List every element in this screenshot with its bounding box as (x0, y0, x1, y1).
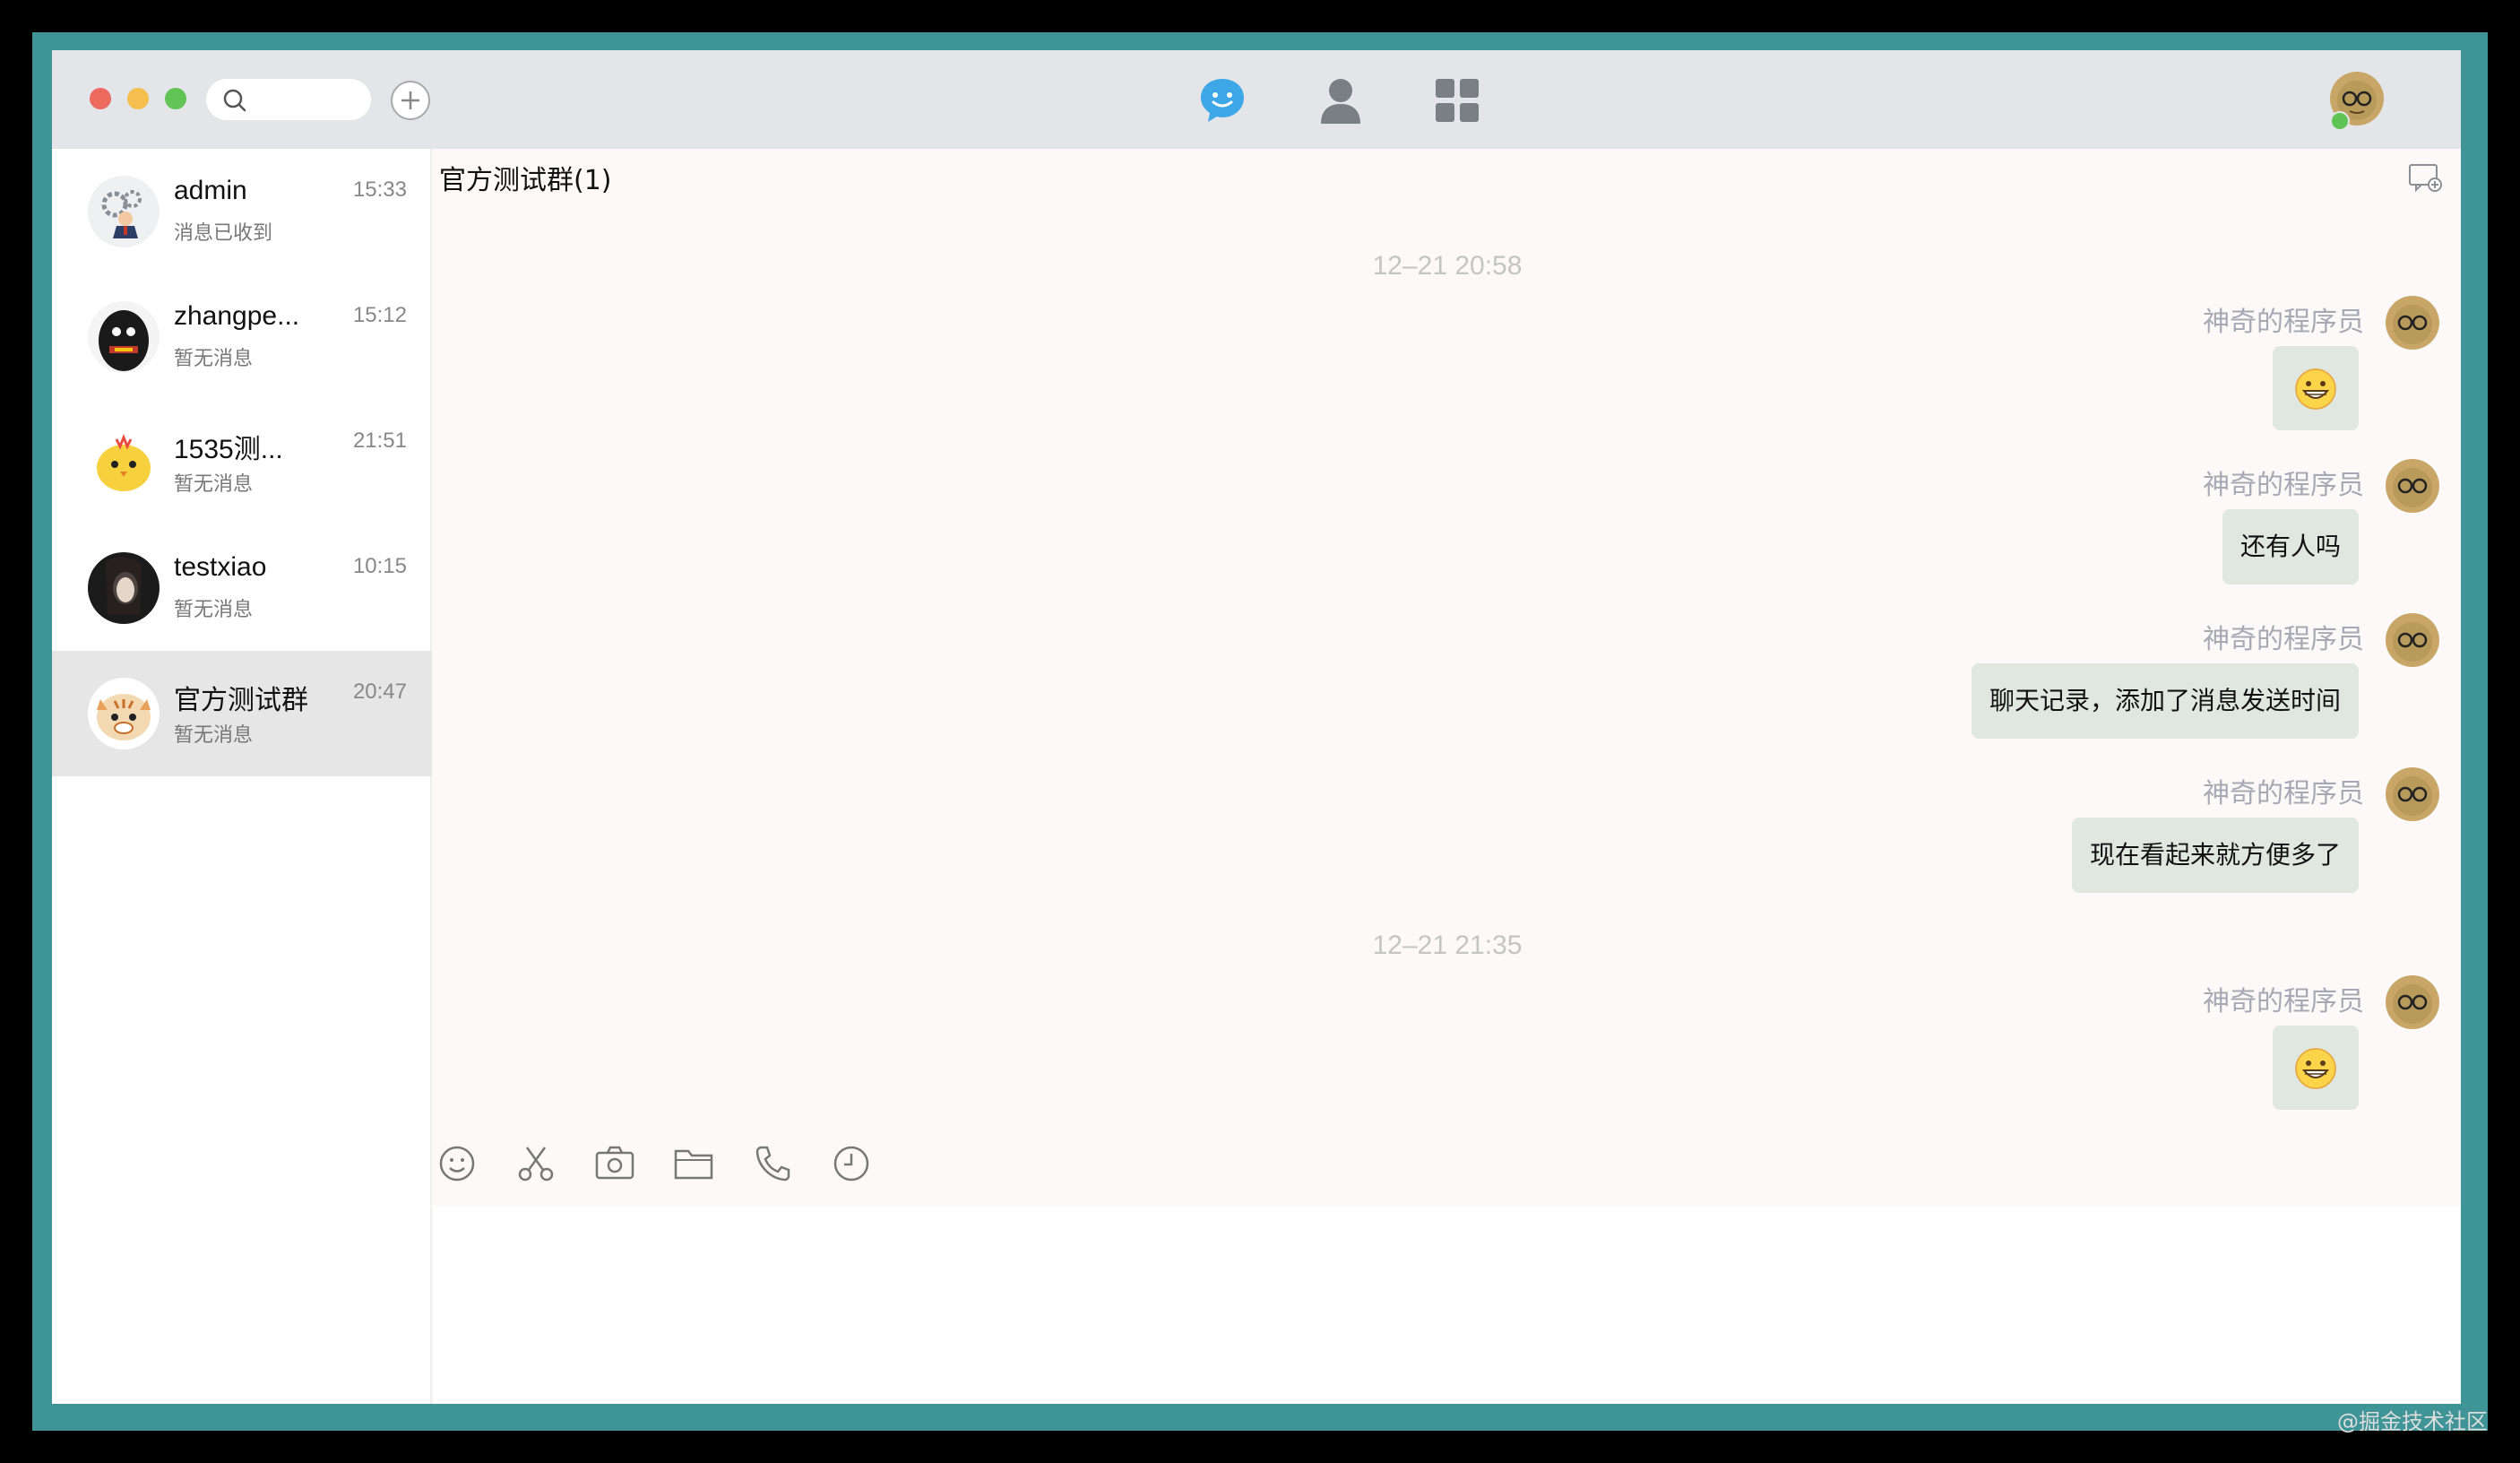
conversation-preview: 消息已收到 (174, 222, 273, 245)
conversation-preview: 暂无消息 (174, 599, 254, 621)
maximize-window-button[interactable] (165, 88, 186, 109)
text-message-bubble[interactable]: 还有人吗 (2222, 509, 2359, 584)
message-sender: 神奇的程序员 (2203, 986, 2364, 1017)
message-sender: 神奇的程序员 (2203, 307, 2364, 338)
avatar (88, 301, 160, 373)
message-sender: 神奇的程序员 (2203, 624, 2364, 655)
conversation-item-testxiao[interactable]: testxiao 10:15 暂无消息 (52, 525, 432, 651)
conversation-time: 21:51 (352, 429, 407, 453)
conversation-time: 15:12 (352, 303, 407, 327)
message-input-area[interactable] (434, 1207, 2461, 1404)
close-window-button[interactable] (90, 88, 111, 109)
conversation-name: testxiao (174, 552, 267, 582)
plus-icon (401, 91, 419, 109)
avatar (88, 176, 160, 247)
conversation-preview: 暂无消息 (174, 724, 254, 747)
phone-icon[interactable] (751, 1142, 794, 1185)
conversation-time: 20:47 (352, 680, 407, 704)
conversation-time: 15:33 (352, 177, 407, 202)
chat-panel: 官方测试群(1) 12–21 20:58 神奇的程序员 神奇的程序员 还有人吗 … (434, 149, 2461, 1404)
time-separator: 12–21 20:58 (1372, 251, 1523, 281)
time-separator: 12–21 21:35 (1372, 931, 1523, 960)
search-input[interactable] (255, 84, 362, 115)
conversation-list: admin 15:33 消息已收到 zhangpe... 15:12 暂无消息 (52, 149, 432, 1404)
message-sender: 神奇的程序员 (2203, 778, 2364, 809)
avatar (88, 427, 160, 498)
title-bar (52, 50, 2461, 149)
sender-avatar[interactable] (2386, 613, 2439, 667)
conversation-name: 1535测... (174, 435, 283, 464)
conversation-item-admin[interactable]: admin 15:33 消息已收到 (52, 149, 432, 274)
conversation-preview: 暂无消息 (174, 473, 254, 496)
conversation-name: admin (174, 176, 247, 205)
watermark: @掘金技术社区 (2337, 1409, 2488, 1434)
text-message-bubble[interactable]: 现在看起来就方便多了 (2071, 818, 2359, 893)
add-button[interactable] (391, 81, 430, 120)
group-settings-icon[interactable] (2407, 160, 2443, 195)
search-box[interactable] (206, 79, 371, 120)
conversation-time: 10:15 (352, 554, 407, 578)
sender-avatar[interactable] (2386, 296, 2439, 350)
text-message-bubble[interactable]: 聊天记录，添加了消息发送时间 (1971, 663, 2359, 739)
conversation-name: 官方测试群 (174, 686, 308, 715)
app-window: admin 15:33 消息已收到 zhangpe... 15:12 暂无消息 (52, 50, 2461, 1404)
emoji-message-bubble[interactable] (2273, 346, 2359, 430)
conversation-preview: 暂无消息 (174, 348, 254, 370)
conversation-item-official-test-group[interactable]: 官方测试群 20:47 暂无消息 (52, 651, 432, 776)
history-clock-icon[interactable] (830, 1142, 873, 1185)
avatar (88, 552, 160, 624)
online-status-dot (2330, 111, 2350, 131)
emoji-message-bubble[interactable] (2273, 1026, 2359, 1110)
sender-avatar[interactable] (2386, 975, 2439, 1029)
conversation-name: zhangpe... (174, 301, 300, 331)
minimize-window-button[interactable] (127, 88, 149, 109)
grinning-emoji-icon (2295, 368, 2336, 410)
search-icon (223, 89, 246, 112)
folder-icon[interactable] (672, 1142, 715, 1185)
message-sender: 神奇的程序员 (2203, 470, 2364, 501)
avatar (88, 678, 160, 749)
camera-icon[interactable] (593, 1142, 636, 1185)
emoji-icon[interactable] (436, 1142, 479, 1185)
sender-avatar[interactable] (2386, 767, 2439, 821)
chat-icon[interactable] (1197, 75, 1247, 126)
apps-grid-icon[interactable] (1432, 75, 1482, 126)
message-input[interactable] (434, 1207, 2461, 1404)
conversation-item-zhangpe[interactable]: zhangpe... 15:12 暂无消息 (52, 274, 432, 400)
scissors-icon[interactable] (514, 1142, 557, 1185)
sender-avatar[interactable] (2386, 459, 2439, 513)
grinning-emoji-icon (2295, 1048, 2336, 1089)
conversation-item-1535[interactable]: 1535测... 21:51 暂无消息 (52, 400, 432, 525)
input-toolbar (434, 1142, 2461, 1196)
contacts-icon[interactable] (1316, 75, 1366, 126)
chat-title: 官方测试群(1) (439, 165, 612, 196)
